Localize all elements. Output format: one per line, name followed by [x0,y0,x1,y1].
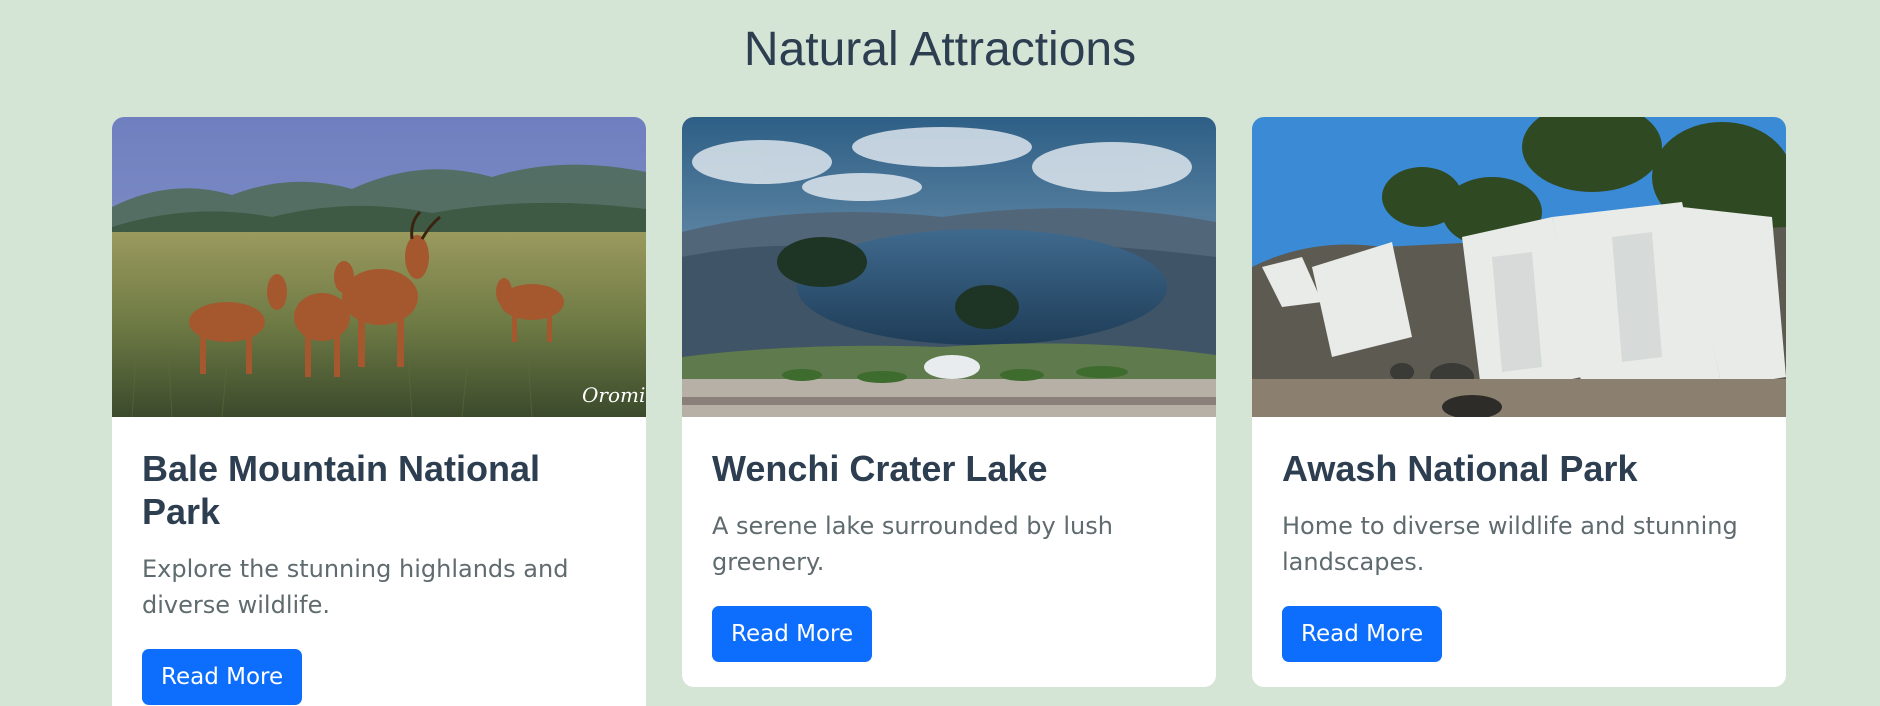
attraction-card: Oromia Bale Mountain National Park Explo… [112,117,646,706]
card-image [682,117,1216,417]
card-image: Oromia [112,117,646,417]
attraction-card: Wenchi Crater Lake A serene lake surroun… [682,117,1216,687]
card-title: Bale Mountain National Park [142,448,541,532]
section-title: Natural Attractions [743,23,1137,76]
attraction-card: Awash National Park Home to diverse wild… [1252,117,1786,687]
card-image [1252,117,1786,417]
read-more-button[interactable]: Read More [712,606,873,662]
read-more-button[interactable]: Read More [142,649,303,705]
watermark-logo: Oromia [582,383,646,407]
card-description: Explore the stunning highlands and diver… [142,555,569,619]
card-description: Home to diverse wildlife and stunning la… [1282,512,1738,576]
attractions-page: Natural Attractions Oromi Bale Mountain … [0,0,1880,706]
card-title: Awash National Park [1282,448,1638,489]
card-description: A serene lake surrounded by lush greener… [712,512,1113,576]
card-title: Wenchi Crater Lake [712,448,1048,489]
read-more-button[interactable]: Read More [1282,606,1443,662]
